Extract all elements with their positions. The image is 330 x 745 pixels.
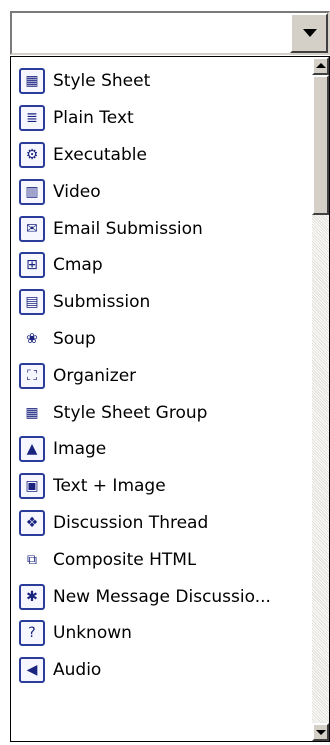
list-item[interactable]: ⚙ Executable [11,137,311,174]
list-item-label: Composite HTML [53,549,197,570]
list-item[interactable]: ? Unknown [11,615,311,652]
list-item-label: Unknown [53,623,132,644]
list-item[interactable]: ≣ Plain Text [11,100,311,137]
image-icon: ▲ [19,436,45,463]
list-item[interactable]: ⛶ Organizer [11,357,311,394]
chevron-down-icon[interactable] [290,13,328,53]
list-item[interactable]: ▦ Style Sheet Group [11,394,311,431]
discussion-thread-icon: ❖ [19,509,45,536]
list-item[interactable]: ▲ Image [11,431,311,468]
list-item-label: Cmap [53,255,103,276]
list-item[interactable]: ▣ Text + Image [11,468,311,505]
list-item-label: Video [53,181,101,202]
list-item-label: Email Submission [53,218,203,239]
dropdown-items: ▦ Style Sheet ≣ Plain Text ⚙ Executable ▥ Video… [11,57,311,741]
audio-icon: ◀ [19,657,45,684]
list-item-label: Audio [53,660,102,681]
list-item[interactable]: ⊞ Cmap [11,247,311,284]
plain-text-icon: ≣ [19,105,45,132]
list-item-label: Image [53,439,107,460]
list-item[interactable]: ❀ Soup [11,321,311,358]
list-item[interactable]: ⧉ Composite HTML [11,541,311,578]
list-item-label: Plain Text [53,108,134,129]
list-item-label: Text + Image [53,476,166,497]
composite-html-icon: ⧉ [27,551,37,568]
list-item[interactable]: ✱ New Message Discussio... [11,578,311,615]
executable-icon: ⚙ [19,141,45,168]
list-item[interactable]: ▥ Video [11,173,311,210]
unknown-icon: ? [19,620,45,647]
list-item-label: New Message Discussio... [53,586,271,607]
text-image-icon: ▣ [19,473,45,500]
list-item-label: Organizer [53,365,137,386]
type-combo-input[interactable] [12,13,290,53]
list-item[interactable]: ◀ Audio [11,652,311,689]
new-message-discussion-icon: ✱ [19,583,45,610]
list-item-label: Discussion Thread [53,512,209,533]
email-submission-icon: ✉ [19,215,45,242]
list-item[interactable]: ▤ Submission [11,284,311,321]
list-item-label: Style Sheet Group [53,402,208,423]
list-item-label: Style Sheet [53,71,151,92]
video-icon: ▥ [19,178,45,205]
list-item[interactable]: ✉ Email Submission [11,210,311,247]
scrollbar-thumb[interactable] [312,75,329,215]
list-item-label: Soup [53,328,96,349]
list-item-label: Submission [53,292,151,313]
vertical-scrollbar[interactable] [312,57,329,741]
list-item[interactable]: ▦ Style Sheet [11,63,311,100]
scroll-up-arrow-icon[interactable] [312,57,329,75]
cmap-icon: ⊞ [19,252,45,279]
type-dropdown-list: ▦ Style Sheet ≣ Plain Text ⚙ Executable ▥ Video… [10,56,330,742]
scroll-down-arrow-icon[interactable] [312,723,329,741]
style-sheet-group-icon: ▦ [25,404,39,421]
style-sheet-icon: ▦ [19,68,45,95]
type-combo-box[interactable] [10,11,330,55]
list-item[interactable]: ❖ Discussion Thread [11,505,311,542]
list-item-label: Executable [53,144,147,165]
organizer-icon: ⛶ [19,362,45,389]
submission-icon: ▤ [19,289,45,316]
soup-icon: ❀ [26,330,38,347]
